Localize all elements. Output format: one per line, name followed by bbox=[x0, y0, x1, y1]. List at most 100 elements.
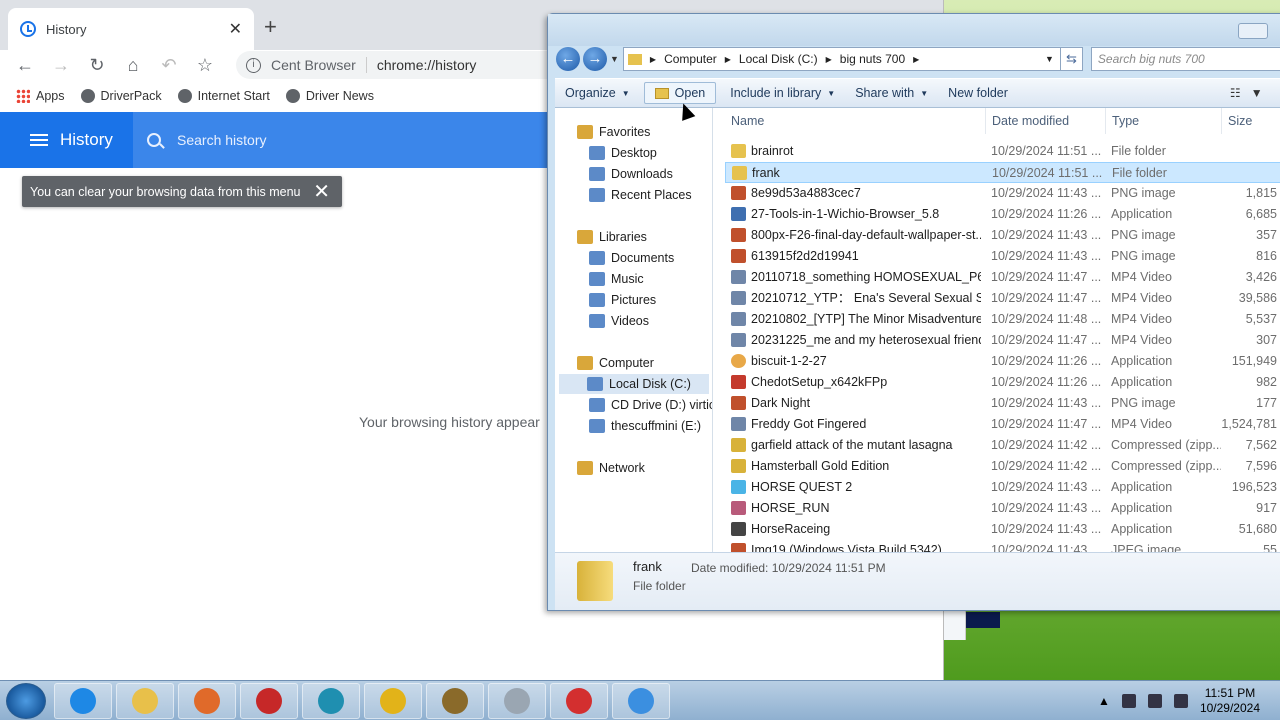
bookmark-internet-start[interactable]: Internet Start bbox=[177, 89, 270, 103]
nav-item[interactable]: CD Drive (D:) virtio-v bbox=[589, 395, 712, 415]
chevron-right-icon[interactable]: ▶ bbox=[725, 55, 731, 64]
taskbar-button[interactable] bbox=[550, 682, 608, 719]
nav-item[interactable]: Libraries bbox=[577, 227, 647, 247]
nav-item[interactable]: Documents bbox=[589, 248, 674, 268]
nav-item[interactable]: Desktop bbox=[589, 143, 657, 163]
file-row[interactable]: ChedotSetup_x642kFPp 10/29/2024 11:26 ...… bbox=[725, 372, 1280, 393]
tab-close-icon[interactable]: ✕ bbox=[229, 19, 242, 39]
file-row[interactable]: 800px-F26-final-day-default-wallpaper-st… bbox=[725, 225, 1280, 246]
forward-icon[interactable]: → bbox=[48, 55, 74, 76]
bookmark-driver-news[interactable]: Driver News bbox=[285, 89, 374, 103]
file-type: File folder bbox=[1112, 166, 1167, 180]
file-row[interactable]: 20110718_something HOMOSEXUAL_P6L... 10/2… bbox=[725, 267, 1280, 288]
taskbar-button[interactable] bbox=[54, 682, 112, 719]
new-folder-button[interactable]: New folder bbox=[938, 78, 1018, 108]
clock[interactable]: 11:51 PM 10/29/2024 bbox=[1200, 686, 1260, 716]
hamburger-menu-icon[interactable] bbox=[30, 131, 48, 149]
file-row[interactable]: Img19 (Windows Vista Build 5342) 10/29/20… bbox=[725, 540, 1280, 552]
column-header-date[interactable]: Date modified bbox=[985, 108, 1069, 134]
show-hidden-icons[interactable]: ▲ bbox=[1098, 694, 1110, 708]
nav-item[interactable]: Favorites bbox=[577, 122, 650, 142]
history-search[interactable]: Search history bbox=[133, 112, 553, 168]
breadcrumb-computer[interactable]: Computer bbox=[664, 52, 717, 66]
new-tab-button[interactable]: + bbox=[264, 14, 277, 40]
file-row[interactable]: HorseRaceing 10/29/2024 11:43 ... Applicat… bbox=[725, 519, 1280, 540]
bookmark-star-icon[interactable]: ☆ bbox=[192, 55, 218, 76]
file-row[interactable]: 20231225_me and my heterosexual friend..… bbox=[725, 330, 1280, 351]
taskbar-button[interactable] bbox=[364, 682, 422, 719]
address-bar[interactable]: ▶ Computer ▶ Local Disk (C:) ▶ big nuts … bbox=[622, 47, 1061, 71]
flag-icon[interactable] bbox=[1121, 693, 1136, 708]
volume-icon[interactable] bbox=[1173, 693, 1188, 708]
nav-item[interactable]: Computer bbox=[577, 353, 654, 373]
open-button[interactable]: Open bbox=[643, 82, 717, 104]
share-with-button[interactable]: Share with ▼ bbox=[845, 78, 938, 108]
file-row[interactable]: Hamsterball Gold Edition 10/29/2024 11:42… bbox=[725, 456, 1280, 477]
chevron-down-icon[interactable]: ▼ bbox=[1045, 54, 1054, 64]
nav-item[interactable]: Videos bbox=[589, 311, 649, 331]
organize-button[interactable]: Organize ▼ bbox=[555, 78, 640, 108]
nav-item[interactable]: Recent Places bbox=[589, 185, 692, 205]
back-icon[interactable]: ← bbox=[12, 55, 38, 76]
network-icon[interactable] bbox=[1147, 693, 1162, 708]
recent-pages-dropdown[interactable]: ▼ bbox=[610, 54, 619, 64]
chevron-down-icon[interactable]: ▼ bbox=[1251, 86, 1263, 100]
bookmark-apps[interactable]: Apps bbox=[16, 89, 65, 103]
taskbar-button[interactable] bbox=[240, 682, 298, 719]
view-options[interactable]: ☷ ▼ bbox=[1230, 86, 1263, 100]
tab-history[interactable]: History ✕ bbox=[8, 8, 254, 50]
file-row[interactable]: HORSE QUEST 2 10/29/2024 11:43 ... Applica… bbox=[725, 477, 1280, 498]
start-button[interactable] bbox=[6, 682, 46, 719]
nav-item[interactable]: Downloads bbox=[589, 164, 673, 184]
info-icon[interactable]: i bbox=[246, 57, 261, 73]
reload-icon[interactable]: ↻ bbox=[84, 55, 110, 76]
search-input[interactable]: Search big nuts 700 bbox=[1090, 47, 1280, 71]
close-icon[interactable]: ✕ bbox=[313, 179, 330, 204]
app-icon-5 bbox=[504, 687, 530, 714]
home-icon[interactable]: ⌂ bbox=[120, 55, 146, 76]
file-row[interactable]: 27-Tools-in-1-Wichio-Browser_5.8 10/29/20… bbox=[725, 204, 1280, 225]
file-row[interactable]: frank 10/29/2024 11:51 ... File folder bbox=[725, 162, 1280, 183]
chevron-right-icon[interactable]: ▶ bbox=[913, 55, 919, 64]
nav-item[interactable]: Local Disk (C:) bbox=[559, 374, 709, 394]
nav-item[interactable]: Network bbox=[577, 458, 645, 478]
file-row[interactable]: 20210802_[YTP] The Minor Misadventure...… bbox=[725, 309, 1280, 330]
taskbar-button[interactable] bbox=[612, 682, 670, 719]
image-file-icon bbox=[731, 396, 746, 410]
forward-button[interactable]: → bbox=[583, 47, 607, 71]
taskbar-button[interactable] bbox=[116, 682, 174, 719]
file-row[interactable]: Freddy Got Fingered 10/29/2024 11:47 ... M… bbox=[725, 414, 1280, 435]
undo-icon[interactable]: ↶ bbox=[156, 55, 182, 76]
nav-item[interactable]: Pictures bbox=[589, 290, 656, 310]
file-row[interactable]: HORSE_RUN 10/29/2024 11:43 ... Application… bbox=[725, 498, 1280, 519]
file-row[interactable]: Dark Night 10/29/2024 11:43 ... PNG image 1… bbox=[725, 393, 1280, 414]
file-row[interactable]: garfield attack of the mutant lasagna 10/… bbox=[725, 435, 1280, 456]
file-row[interactable]: 20210712_YTP： Ena's Several Sexual Sins 1… bbox=[725, 288, 1280, 309]
view-icon[interactable]: ☷ bbox=[1230, 86, 1241, 100]
breadcrumb-folder[interactable]: big nuts 700 bbox=[840, 52, 905, 66]
chevron-right-icon[interactable]: ▶ bbox=[826, 55, 832, 64]
taskbar-button[interactable] bbox=[426, 682, 484, 719]
back-button[interactable]: ← bbox=[556, 47, 580, 71]
breadcrumb-local-disk[interactable]: Local Disk (C:) bbox=[739, 52, 818, 66]
bookmark-driverpack[interactable]: DriverPack bbox=[80, 89, 162, 103]
refresh-icon[interactable]: ⇆ bbox=[1060, 47, 1083, 71]
include-in-library-button[interactable]: Include in library ▼ bbox=[720, 78, 845, 108]
file-name: HORSE_RUN bbox=[751, 501, 830, 515]
minimize-button[interactable] bbox=[1238, 23, 1268, 39]
file-name: 613915f2d2d19941 bbox=[751, 249, 859, 263]
file-row[interactable]: biscuit-1-2-27 10/29/2024 11:26 ... Applic… bbox=[725, 351, 1280, 372]
column-header-size[interactable]: Size bbox=[1221, 108, 1252, 134]
file-row[interactable]: 613915f2d2d19941 10/29/2024 11:43 ... PNG … bbox=[725, 246, 1280, 267]
column-header-type[interactable]: Type bbox=[1105, 108, 1139, 134]
taskbar-button[interactable] bbox=[178, 682, 236, 719]
nav-item[interactable]: thescuffmini (E:) bbox=[589, 416, 701, 436]
chevron-right-icon[interactable]: ▶ bbox=[650, 55, 656, 64]
file-row[interactable]: 8e99d53a4883cec7 10/29/2024 11:43 ... PNG … bbox=[725, 183, 1280, 204]
column-header-name[interactable]: Name bbox=[731, 108, 764, 134]
taskbar-button[interactable] bbox=[302, 682, 360, 719]
search-input[interactable]: Search history bbox=[177, 132, 266, 148]
nav-item[interactable]: Music bbox=[589, 269, 644, 289]
taskbar-button[interactable] bbox=[488, 682, 546, 719]
file-row[interactable]: brainrot 10/29/2024 11:51 ... File folder bbox=[725, 141, 1280, 162]
